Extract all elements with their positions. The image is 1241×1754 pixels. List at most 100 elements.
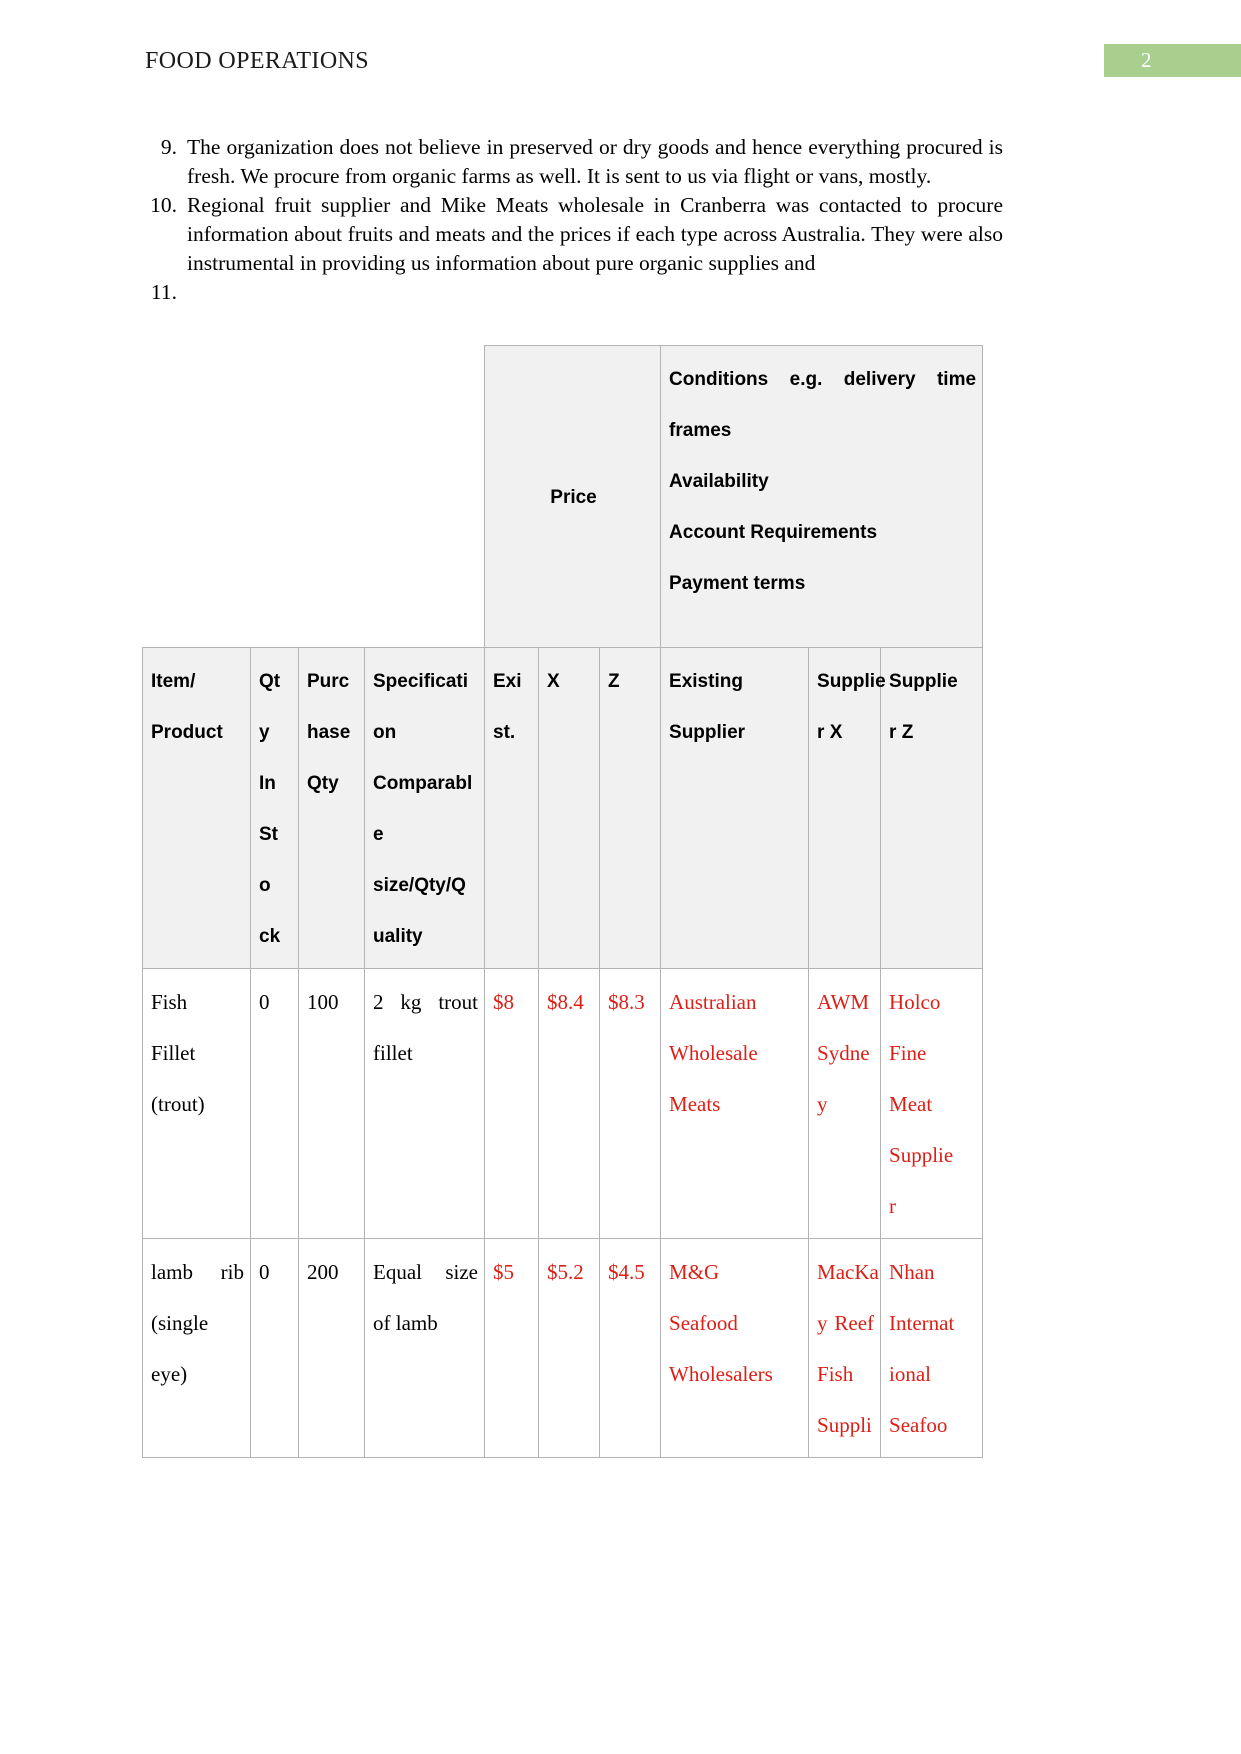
cell-line: Meats xyxy=(669,1092,721,1116)
colhdr-line: Qty xyxy=(307,773,339,794)
colhdr-line: o xyxy=(259,875,271,896)
cell-line: $8 xyxy=(493,990,514,1014)
colhdr-line: ck xyxy=(259,926,281,947)
cell-line: Seafood xyxy=(669,1311,738,1335)
supplier-comparison-table: Price Conditions e.g. delivery time fram… xyxy=(142,345,984,1458)
list-item-number: 10. xyxy=(150,193,177,217)
colhdr-line: Supplie xyxy=(817,671,886,692)
page-title: FOOD OPERATIONS xyxy=(145,48,370,74)
cell-supplier-z: Holco Fine Meat Supplie r xyxy=(880,968,984,1239)
colhdr-line: X xyxy=(547,671,560,692)
cell-line: Fillet xyxy=(151,1041,196,1065)
cell-qty-in-stock: 0 xyxy=(250,1238,299,1458)
colhdr-line: hase xyxy=(307,722,351,743)
list-item: 11. xyxy=(143,278,1003,307)
cell-existing-supplier: M&G Seafood Wholesalers xyxy=(660,1238,810,1458)
column-header-existing-supplier: Existing Supplier xyxy=(660,647,810,969)
cell-price-existing: $8 xyxy=(484,968,539,1239)
colhdr-line: size/Qty/Q xyxy=(373,875,466,896)
colhdr-line: e xyxy=(373,824,384,845)
colhdr-line: r Z xyxy=(889,722,914,743)
cell-line: lamb rib xyxy=(151,1260,244,1284)
cell-price-z: $4.5 xyxy=(598,1238,662,1458)
cell-line: $5.2 xyxy=(547,1260,584,1284)
cell-line: Internat xyxy=(889,1311,955,1335)
colhdr-line: St xyxy=(259,824,278,845)
cell-line: Seafoo xyxy=(889,1413,948,1437)
cell-line: 100 xyxy=(307,990,339,1014)
cell-line: Wholesale xyxy=(669,1041,758,1065)
cell-supplier-z: Nhan Internat ional Seafoo xyxy=(880,1238,984,1458)
cell-line: Suppli xyxy=(817,1413,872,1437)
colhdr-line: Qt xyxy=(259,671,281,692)
cell-line: Wholesalers xyxy=(669,1362,773,1386)
cell-price-x: $8.4 xyxy=(538,968,600,1239)
cell-qty-in-stock: 0 xyxy=(250,968,299,1239)
colhdr-line: Item/ xyxy=(151,671,196,692)
colhdr-line: Exi xyxy=(493,671,522,692)
cell-item: lamb rib (single eye) xyxy=(142,1238,251,1458)
cell-line: Supplie xyxy=(889,1143,954,1167)
cell-line: of lamb xyxy=(373,1311,438,1335)
colhdr-line: on xyxy=(373,722,397,743)
colhdr-line: r X xyxy=(817,722,843,743)
list-item: 10. Regional fruit supplier and Mike Mea… xyxy=(143,191,1003,278)
column-header-supplier-x: Supplie r X xyxy=(808,647,886,969)
column-header-price-z: Z xyxy=(598,647,662,969)
column-header-supplier-z: Supplie r Z xyxy=(880,647,984,969)
group-header-conditions: Conditions e.g. delivery time frames Ava… xyxy=(660,345,984,648)
column-header-purchase-qty: Purc hase Qty xyxy=(298,647,365,969)
table-row: Fish Fillet (trout) 0 100 2 kg trout fil… xyxy=(142,968,984,1239)
list-item-text: The organization does not believe in pre… xyxy=(187,135,1003,188)
cell-purchase-qty: 200 xyxy=(298,1238,365,1458)
column-header-item: Item/ Product xyxy=(142,647,251,969)
cell-line: (single xyxy=(151,1311,209,1335)
cell-supplier-x: MacKa y Reef Fish Suppli xyxy=(808,1238,882,1458)
colhdr-line: Z xyxy=(608,671,620,692)
colhdr-line: Specificati xyxy=(373,671,469,692)
cell-line: y Reef xyxy=(817,1311,875,1335)
cell-line: Fine xyxy=(889,1041,927,1065)
cell-item: Fish Fillet (trout) xyxy=(142,968,251,1239)
cell-line: M&G xyxy=(669,1260,720,1284)
cell-line: y xyxy=(817,1092,828,1116)
cell-supplier-x: AWM Sydne y xyxy=(808,968,882,1239)
cell-line: (trout) xyxy=(151,1092,205,1116)
column-header-specification: Specificati on Comparabl e size/Qty/Q ua… xyxy=(364,647,485,969)
cell-existing-supplier: Australian Wholesale Meats xyxy=(660,968,810,1239)
cell-purchase-qty: 100 xyxy=(298,968,365,1239)
cell-line: Nhan xyxy=(889,1260,935,1284)
table-group-header-row: Price Conditions e.g. delivery time fram… xyxy=(143,345,984,648)
page-number-badge: 2 xyxy=(1104,44,1241,77)
cell-line: r xyxy=(889,1194,897,1218)
conditions-line-5: Payment terms xyxy=(669,573,806,594)
colhdr-line: Existing xyxy=(669,671,743,692)
colhdr-line: uality xyxy=(373,926,423,947)
cell-specification: Equal size of lamb xyxy=(364,1238,485,1458)
numbered-list: 9. The organization does not believe in … xyxy=(143,133,1003,307)
cell-line: Fish xyxy=(151,990,188,1014)
cell-line: AWM xyxy=(817,990,870,1014)
list-item: 9. The organization does not believe in … xyxy=(143,133,1003,191)
cell-line: eye) xyxy=(151,1362,188,1386)
cell-line: 0 xyxy=(259,1260,270,1284)
cell-specification: 2 kg trout fillet xyxy=(364,968,485,1239)
list-item-text: Regional fruit supplier and Mike Meats w… xyxy=(187,193,1003,275)
cell-line: 2 kg trout xyxy=(373,990,478,1014)
cell-line: $8.3 xyxy=(608,990,645,1014)
conditions-line-1: Conditions e.g. delivery time xyxy=(669,369,977,390)
cell-line: ional xyxy=(889,1362,932,1386)
cell-line: Sydne xyxy=(817,1041,870,1065)
table-row: lamb rib (single eye) 0 200 Equal size o… xyxy=(142,1238,984,1458)
conditions-line-3: Availability xyxy=(669,471,769,492)
cell-line: Australian xyxy=(669,990,757,1014)
colhdr-line: Product xyxy=(151,722,223,743)
cell-line: MacKa xyxy=(817,1260,879,1284)
list-item-number: 9. xyxy=(160,135,177,159)
colhdr-line: In xyxy=(259,773,276,794)
colhdr-line: Supplier xyxy=(669,722,746,743)
conditions-line-4: Account Requirements xyxy=(669,522,878,543)
cell-line: $5 xyxy=(493,1260,514,1284)
colhdr-line: Comparabl xyxy=(373,773,473,794)
cell-line: $8.4 xyxy=(547,990,584,1014)
